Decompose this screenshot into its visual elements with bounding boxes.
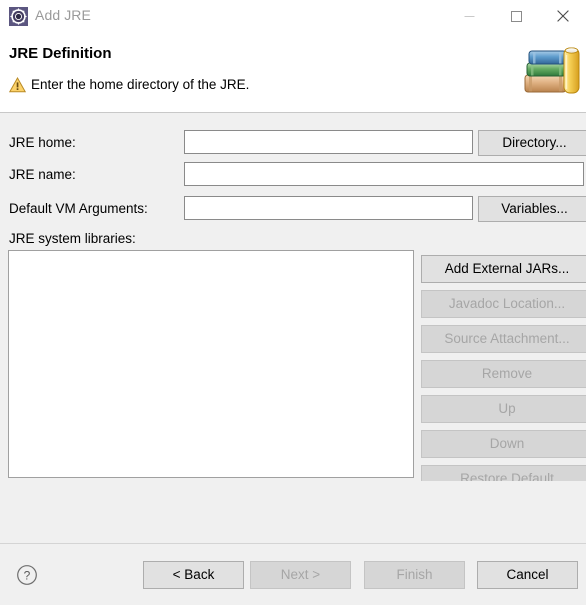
remove-button[interactable]: Remove <box>421 360 586 388</box>
directory-button[interactable]: Directory... <box>478 130 586 156</box>
add-jre-dialog: Add JRE JRE Definition Enter the home di… <box>0 0 586 605</box>
javadoc-location-button[interactable]: Javadoc Location... <box>421 290 586 318</box>
title-bar: Add JRE <box>0 0 586 33</box>
jre-gear-icon <box>9 7 28 26</box>
cancel-button[interactable]: Cancel <box>477 561 578 589</box>
maximize-icon[interactable] <box>493 0 539 32</box>
page-title: JRE Definition <box>9 45 112 62</box>
help-question-icon[interactable]: ? <box>16 564 38 586</box>
up-button[interactable]: Up <box>421 395 586 423</box>
next-button[interactable]: Next > <box>250 561 351 589</box>
jre-home-label: JRE home: <box>9 135 76 150</box>
books-icon <box>516 39 582 101</box>
svg-text:?: ? <box>24 568 31 582</box>
default-vm-arguments-input[interactable] <box>184 196 473 220</box>
add-external-jars-button[interactable]: Add External JARs... <box>421 255 586 283</box>
down-button[interactable]: Down <box>421 430 586 458</box>
jre-home-input[interactable] <box>184 130 473 154</box>
finish-button[interactable]: Finish <box>364 561 465 589</box>
jre-system-libraries-label: JRE system libraries: <box>9 231 136 246</box>
jre-name-input[interactable] <box>184 162 584 186</box>
default-vm-arguments-label: Default VM Arguments: <box>9 201 148 216</box>
variables-button[interactable]: Variables... <box>478 196 586 222</box>
status-message: Enter the home directory of the JRE. <box>31 77 250 92</box>
window-title: Add JRE <box>35 7 91 23</box>
warning-triangle-icon <box>8 76 27 93</box>
dialog-header: JRE Definition Enter the home directory … <box>0 33 586 113</box>
source-attachment-button[interactable]: Source Attachment... <box>421 325 586 353</box>
minimize-icon[interactable] <box>446 0 492 32</box>
back-button[interactable]: < Back <box>143 561 244 589</box>
jre-name-label: JRE name: <box>9 167 76 182</box>
jre-system-libraries-list[interactable] <box>8 250 414 478</box>
close-icon[interactable] <box>540 0 586 32</box>
side-button-clip-mask <box>415 481 586 545</box>
